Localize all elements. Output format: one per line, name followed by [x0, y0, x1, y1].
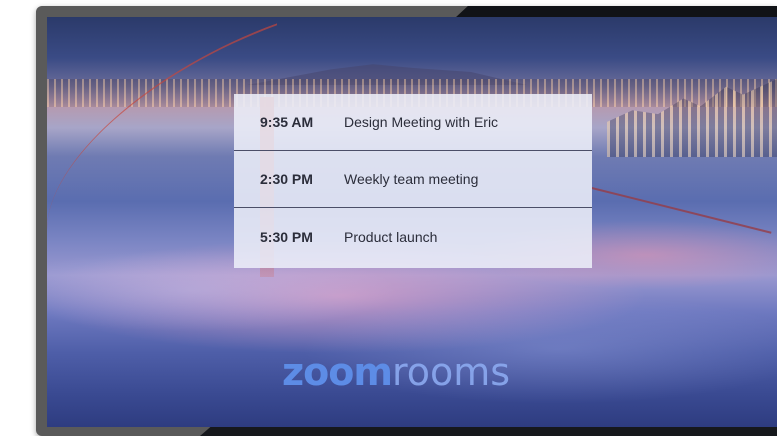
meeting-title: Weekly team meeting: [344, 171, 479, 187]
meeting-row[interactable]: 5:30 PM Product launch: [234, 208, 592, 265]
page: 9:35 AM Design Meeting with Eric 2:30 PM…: [0, 0, 777, 436]
logo-rooms-text: rooms: [391, 350, 511, 394]
meeting-time: 5:30 PM: [260, 228, 313, 245]
meeting-title: Design Meeting with Eric: [344, 114, 499, 130]
meeting-time: 9:35 AM: [260, 114, 314, 130]
logo-zoom-text: zoom: [282, 350, 393, 394]
meeting-schedule: 9:35 AM Design Meeting with Eric 2:30 PM…: [234, 94, 592, 268]
tv-bezel-bottom-edge: [200, 426, 777, 436]
meeting-row[interactable]: 2:30 PM Weekly team meeting: [234, 151, 592, 208]
meeting-time: 2:30 PM: [260, 171, 313, 187]
zoom-rooms-logo: zoom rooms: [282, 350, 511, 394]
meeting-title: Product launch: [344, 228, 438, 245]
meeting-row[interactable]: 9:35 AM Design Meeting with Eric: [234, 94, 592, 151]
